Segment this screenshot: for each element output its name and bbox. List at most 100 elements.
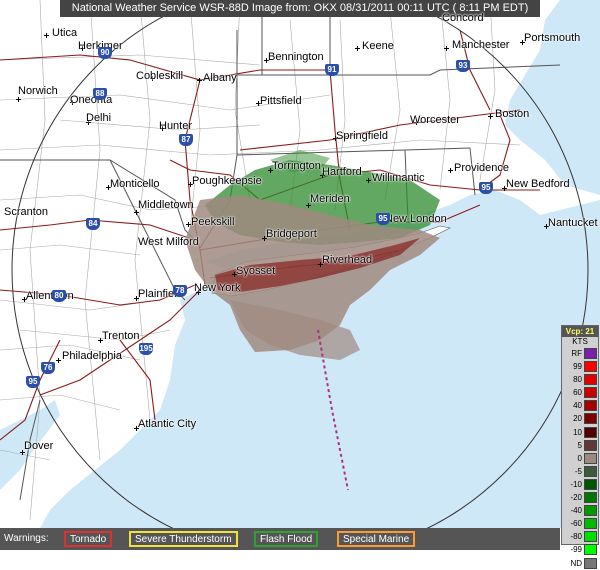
place-nantucket: Nantucket — [548, 217, 598, 229]
place-allentown: Allentown — [26, 290, 74, 302]
place-manchester: Manchester — [452, 39, 510, 51]
place-marker — [448, 168, 453, 173]
place-pittsfield: Pittsfield — [260, 95, 302, 107]
radar-map — [0, 0, 600, 550]
legend-label: -10 — [570, 479, 582, 489]
warning-special-marine[interactable]: Special Marine — [337, 531, 416, 547]
interstate-shield: 90 — [98, 47, 112, 59]
place-torrington: Torrington — [272, 160, 321, 172]
legend-label: 40 — [573, 401, 582, 411]
place-new-london: New London — [385, 213, 447, 225]
legend-label: -60 — [570, 519, 582, 529]
legend-swatch — [584, 557, 597, 569]
legend-row: -60 — [562, 517, 598, 530]
legend-row: 40 — [562, 399, 598, 412]
place-marker — [488, 114, 493, 119]
legend-swatch — [584, 426, 597, 438]
warning-severe-thunderstorm[interactable]: Severe Thunderstorm — [129, 531, 238, 547]
place-willimantic: Willimantic — [372, 172, 425, 184]
legend-row: -5 — [562, 465, 598, 478]
interstate-shield: 95 — [479, 182, 493, 194]
velocity-legend: Vcp: 21 KTS RF 99 80 60 40 20 10 5 0 -5 -10 -20 -40 -… — [561, 325, 599, 569]
interstate-shield: 78 — [173, 285, 187, 297]
place-atlantic-city: Atlantic City — [138, 418, 197, 430]
place-philadelphia: Philadelphia — [62, 350, 122, 362]
legend-swatch — [584, 400, 597, 412]
interstate-shield: 87 — [179, 134, 193, 146]
legend-swatch — [584, 361, 597, 373]
legend-swatch — [584, 531, 597, 543]
legend-label: 10 — [573, 427, 582, 437]
legend-label: 0 — [577, 453, 582, 463]
legend-row: 99 — [562, 360, 598, 373]
interstate-shield: 84 — [86, 218, 100, 230]
legend-swatch — [584, 387, 597, 399]
legend-label: 20 — [573, 414, 582, 424]
place-trenton: Trenton — [102, 330, 140, 342]
place-new-bedford: New Bedford — [506, 178, 570, 190]
place-bridgeport: Bridgeport — [266, 228, 317, 240]
legend-swatch — [584, 478, 597, 490]
place-hartford: Hartford — [322, 166, 362, 178]
place-hunter: Hunter — [159, 120, 193, 132]
warning-flash-flood[interactable]: Flash Flood — [254, 531, 319, 547]
legend-label: RF — [571, 349, 582, 358]
legend-swatch — [584, 413, 597, 425]
legend-label: ND — [570, 558, 582, 568]
interstate-shield: 93 — [456, 60, 470, 72]
place-peekskill: Peekskill — [191, 216, 235, 228]
place-portsmouth: Portsmouth — [524, 32, 581, 44]
legend-row: -40 — [562, 504, 598, 517]
legend-swatch — [584, 348, 597, 359]
warnings-bar: Warnings: Tornado Severe Thunderstorm Fl… — [0, 528, 560, 550]
place-middletown: Middletown — [138, 199, 194, 211]
legend-label: 80 — [573, 375, 582, 385]
legend-swatch — [584, 452, 597, 464]
legend-swatch — [584, 374, 597, 386]
place-marker — [355, 46, 360, 51]
legend-swatch — [584, 505, 597, 517]
legend-swatch — [584, 439, 597, 451]
place-marker — [197, 78, 202, 83]
legend-row: 20 — [562, 412, 598, 425]
legend-row: RF — [562, 347, 598, 360]
legend-row: 0 — [562, 452, 598, 465]
place-utica: Utica — [52, 27, 78, 39]
interstate-shield: 95 — [376, 213, 390, 225]
place-new-york: New York — [194, 282, 241, 294]
place-marker — [16, 97, 21, 102]
legend-units: KTS — [572, 337, 588, 346]
warnings-label: Warnings: — [4, 533, 49, 544]
legend-label: 5 — [577, 440, 582, 450]
interstate-shield: 76 — [41, 362, 55, 374]
legend-swatch — [584, 518, 597, 530]
place-worcester: Worcester — [410, 114, 460, 126]
place-cobleskill: Cobleskill — [136, 70, 184, 82]
place-dover: Dover — [24, 440, 54, 452]
legend-label: 99 — [573, 362, 582, 372]
legend-label: 60 — [573, 388, 582, 398]
place-west-milford: West Milford — [138, 236, 199, 248]
place-marker — [44, 33, 49, 38]
place-albany: Albany — [203, 72, 237, 84]
place-marker — [56, 358, 61, 363]
legend-label: -80 — [570, 532, 582, 542]
legend-row: 60 — [562, 386, 598, 399]
interstate-shield: 95 — [26, 376, 40, 388]
legend-row: -80 — [562, 530, 598, 543]
legend-row: -20 — [562, 491, 598, 504]
place-bennington: Bennington — [268, 51, 324, 63]
place-delhi: Delhi — [86, 112, 112, 124]
place-keene: Keene — [362, 40, 394, 52]
place-monticello: Monticello — [110, 178, 160, 190]
place-syosset: Syosset — [236, 265, 276, 277]
legend-swatch — [584, 492, 597, 504]
place-norwich: Norwich — [18, 85, 58, 97]
place-boston: Boston — [495, 108, 530, 120]
legend-vcp: Vcp: 21 — [562, 326, 598, 337]
legend-row: ND — [562, 557, 598, 570]
warning-tornado[interactable]: Tornado — [64, 531, 113, 547]
legend-row: 80 — [562, 373, 598, 386]
legend-label: -5 — [574, 466, 582, 476]
place-poughkeepsie: Poughkeepsie — [192, 175, 262, 187]
